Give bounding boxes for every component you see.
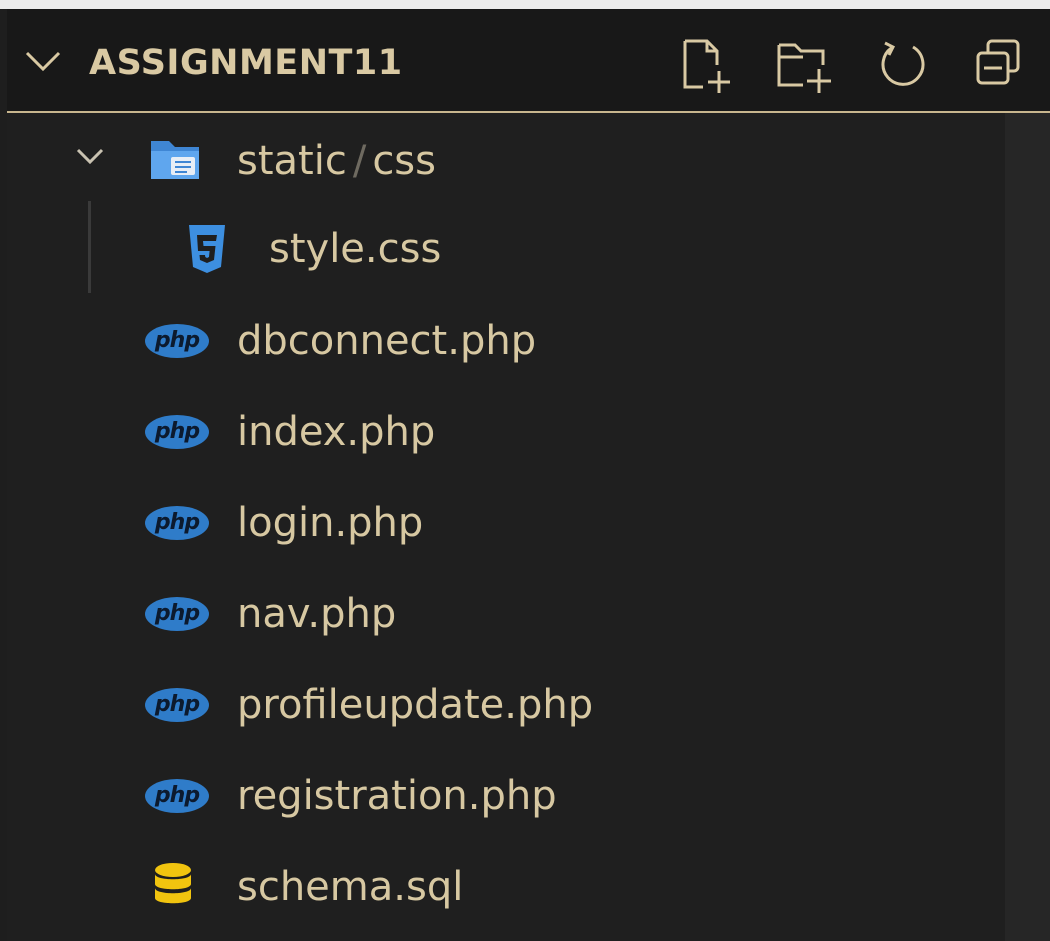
file-label: index.php <box>237 409 436 455</box>
editor-area-partial <box>1005 9 1050 941</box>
explorer-sidebar: ASSIGNMENT11 static / css style.css php … <box>7 9 1050 941</box>
collapse-all-icon <box>976 39 1020 85</box>
php-icon: php <box>145 506 209 540</box>
php-icon: php <box>145 597 209 631</box>
folder-icon <box>149 137 203 187</box>
php-icon: php <box>145 779 209 813</box>
collapse-all-button[interactable] <box>970 35 1030 95</box>
file-label: nav.php <box>237 591 397 637</box>
new-file-button[interactable] <box>675 35 735 95</box>
tree-file-index-php[interactable]: php index.php <box>7 384 1005 472</box>
file-label: schema.sql <box>237 864 464 910</box>
tree-folder-static-css[interactable]: static / css <box>7 113 1005 201</box>
tree-file-schema-sql[interactable]: schema.sql <box>7 839 1005 927</box>
tree-file-registration-php[interactable]: php registration.php <box>7 748 1005 836</box>
php-icon: php <box>145 688 209 722</box>
php-icon: php <box>145 415 209 449</box>
file-label: registration.php <box>237 773 557 819</box>
tree-file-dbconnect-php[interactable]: php dbconnect.php <box>7 293 1005 381</box>
new-folder-button[interactable] <box>773 35 833 95</box>
php-icon: php <box>145 324 209 358</box>
new-file-icon <box>683 39 730 93</box>
database-icon <box>153 861 193 915</box>
folder-name-part2: css <box>372 138 436 184</box>
file-label: style.css <box>269 226 442 272</box>
chevron-down-icon[interactable] <box>75 147 105 169</box>
explorer-header[interactable]: ASSIGNMENT11 <box>7 9 1050 113</box>
css-icon <box>185 223 229 279</box>
tree-file-login-php[interactable]: php login.php <box>7 475 1005 563</box>
explorer-title: ASSIGNMENT11 <box>89 43 403 83</box>
path-separator: / <box>352 138 367 184</box>
new-folder-icon <box>777 43 831 93</box>
file-label: profileupdate.php <box>237 682 594 728</box>
file-label: login.php <box>237 500 424 546</box>
tree-file-style-css[interactable]: style.css <box>7 203 1005 291</box>
folder-name-part1: static <box>237 138 347 184</box>
background-toolbar-strip <box>0 0 1050 9</box>
file-label: dbconnect.php <box>237 318 537 364</box>
tree-file-nav-php[interactable]: php nav.php <box>7 566 1005 654</box>
screenshot-root: ASSIGNMENT11 static / css style.css php … <box>0 0 1050 941</box>
refresh-icon <box>881 41 925 86</box>
tree-file-profileupdate-php[interactable]: php profileupdate.php <box>7 657 1005 745</box>
refresh-button[interactable] <box>873 35 933 95</box>
folder-label: static / css <box>237 135 436 187</box>
chevron-down-icon[interactable] <box>23 49 63 77</box>
